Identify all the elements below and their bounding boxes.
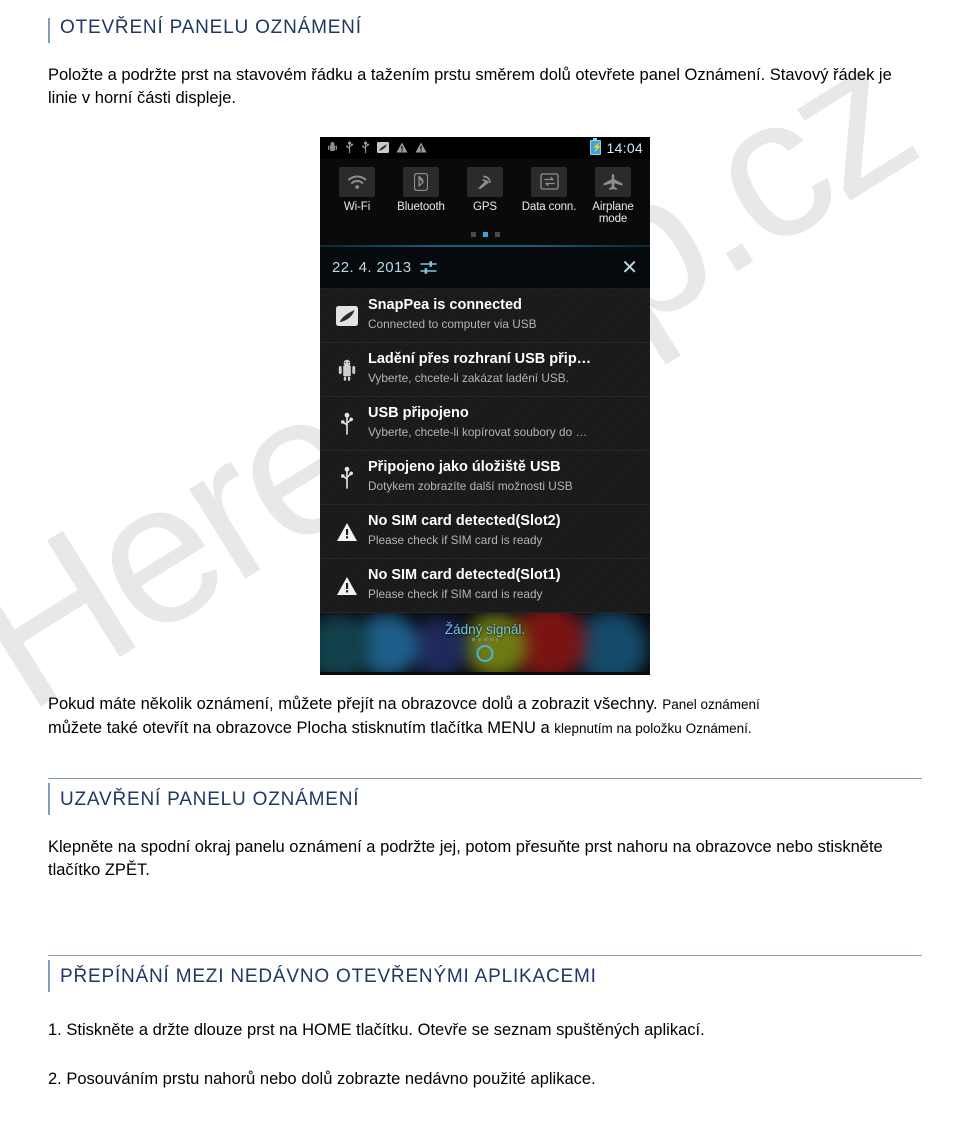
phone-notification-panel: ⚡ 14:04 Wi-Fi Bluetooth GPS Data conn. A…: [320, 136, 650, 676]
screenshot-figure: ⚡ 14:04 Wi-Fi Bluetooth GPS Data conn. A…: [48, 136, 922, 676]
warning-icon: [330, 515, 364, 549]
status-bar-icon-group: [327, 141, 590, 154]
notification-title: No SIM card detected(Slot1): [368, 567, 561, 584]
android-debug-icon: [327, 141, 338, 154]
toggle-label: Data conn.: [521, 200, 577, 213]
mid-paragraph-line2-big: můžete také otevřít na obrazovce Plocha …: [48, 718, 550, 737]
notification-subtitle: Connected to computer via USB: [368, 316, 537, 331]
notification-item[interactable]: No SIM card detected(Slot1) Please check…: [320, 559, 650, 614]
warning-icon: [396, 142, 408, 153]
sliders-icon[interactable]: [420, 260, 438, 275]
step-text-big: nahorů nebo dolů: [203, 1069, 333, 1088]
snappea-icon: [330, 299, 364, 333]
notification-item[interactable]: No SIM card detected(Slot2) Please check…: [320, 505, 650, 560]
intro-paragraph: Položte a podržte prst na stavovém řádku…: [48, 65, 892, 108]
section-title-close-panel: UZAVŘENÍ PANELU OZNÁMENÍ: [60, 789, 360, 811]
step-text-big: Stiskněte a držte dlouze prst na HOME tl…: [66, 1020, 414, 1039]
wifi-icon: [339, 166, 375, 197]
document-page: OTEVŘENÍ PANELU OZNÁMENÍ Položte a podrž…: [0, 0, 960, 1128]
notification-item[interactable]: SnapPea is connected Connected to comput…: [320, 289, 650, 344]
gps-icon: [467, 166, 503, 197]
notification-subtitle: Please check if SIM card is ready: [368, 586, 543, 601]
section-heading-close-panel: UZAVŘENÍ PANELU OZNÁMENÍ: [48, 778, 922, 816]
heading-left-bar: [48, 959, 50, 992]
usb-icon: [330, 407, 364, 441]
notification-date: 22. 4. 2013: [332, 259, 412, 277]
toggle-label: GPS: [473, 200, 497, 213]
heading-left-bar: [48, 18, 50, 43]
notification-title: No SIM card detected(Slot2): [368, 513, 561, 530]
step-number: 2.: [48, 1069, 62, 1088]
quick-toggle-panel: Wi-Fi Bluetooth GPS Data conn. Airplane …: [320, 158, 650, 246]
panel-bottom-edge: [320, 672, 650, 676]
notification-title: Připojeno jako úložiště USB: [368, 459, 561, 476]
notification-subtitle: Please check if SIM card is ready: [368, 532, 543, 547]
notification-title: USB připojeno: [368, 405, 469, 422]
page-dot-active[interactable]: [482, 232, 488, 238]
toggle-airplane-mode[interactable]: Airplane mode: [582, 166, 644, 227]
notification-title: SnapPea is connected: [368, 297, 522, 314]
notification-subtitle: Dotykem zobrazíte další možnosti USB: [368, 478, 573, 493]
warning-icon: [415, 142, 427, 153]
toggle-label: Wi-Fi: [343, 200, 371, 213]
notification-date-row: 22. 4. 2013 ✕: [320, 247, 650, 290]
panel-bottom-handle-area[interactable]: Žádný signál.: [320, 613, 650, 676]
bluetooth-icon: [403, 166, 439, 197]
battery-charging-icon: ⚡: [590, 138, 603, 156]
toggle-label: Airplane mode: [592, 200, 634, 226]
status-bar-clock: 14:04: [606, 139, 643, 156]
phone-status-bar: ⚡ 14:04: [320, 136, 650, 159]
step-number: 1.: [48, 1020, 62, 1039]
usb-icon: [361, 141, 370, 154]
toggle-data-connection[interactable]: Data conn.: [518, 166, 580, 214]
usb-icon: [345, 141, 354, 154]
warning-icon: [330, 569, 364, 603]
step-item-1: 1. Stiskněte a držte dlouze prst na HOME…: [48, 1019, 922, 1042]
notification-subtitle: Vyberte, chcete-li kopírovat soubory do …: [368, 424, 588, 439]
section-title-switch-apps: PŘEPÍNÁNÍ MEZI NEDÁVNO OTEVŘENÝMI APLIKA…: [60, 965, 597, 987]
step-text-small: zobrazte nedávno použité aplikace.: [336, 1069, 596, 1088]
notification-title: Ladění přes rozhraní USB přip…: [368, 351, 592, 368]
mid-paragraph-line2-small: klepnutím na položku Oznámení.: [554, 720, 752, 736]
usb-icon: [330, 461, 364, 495]
snappea-icon: [377, 142, 389, 154]
page-dot[interactable]: [494, 232, 500, 238]
section-heading-switch-apps: PŘEPÍNÁNÍ MEZI NEDÁVNO OTEVŘENÝMI APLIKA…: [48, 954, 922, 993]
step-text-small: Otevře se seznam spuštěných aplikací.: [417, 1020, 705, 1039]
quick-toggle-page-dots: [326, 226, 644, 241]
airplane-icon: [595, 166, 631, 197]
toggle-gps[interactable]: GPS: [454, 166, 516, 214]
notification-item[interactable]: USB připojeno Vyberte, chcete-li kopírov…: [320, 397, 650, 452]
panel-divider: [320, 245, 650, 248]
notification-item[interactable]: Připojeno jako úložiště USB Dotykem zobr…: [320, 451, 650, 506]
page-dot[interactable]: [470, 232, 476, 238]
mid-paragraph-line1-big: Pokud máte několik oznámení, můžete přej…: [48, 695, 658, 714]
drag-handle-icon[interactable]: [476, 645, 494, 663]
heading-left-bar: [48, 783, 50, 815]
section-heading-open-panel: OTEVŘENÍ PANELU OZNÁMENÍ: [48, 14, 922, 44]
page-title: OTEVŘENÍ PANELU OZNÁMENÍ: [60, 17, 362, 38]
close-icon[interactable]: ✕: [621, 258, 638, 278]
step-item-2: 2. Posouváním prstu nahorů nebo dolů zob…: [48, 1068, 922, 1091]
notification-item[interactable]: Ladění přes rozhraní USB přip… Vyberte, …: [320, 343, 650, 398]
notification-list: SnapPea is connected Connected to comput…: [320, 289, 650, 614]
notification-subtitle: Vyberte, chcete-li zakázat ladění USB.: [368, 370, 569, 385]
mid-paragraph-line1-small: Panel oznámení: [662, 697, 760, 713]
drag-grip-icon: [472, 638, 498, 642]
android-icon: [330, 353, 364, 387]
toggle-bluetooth[interactable]: Bluetooth: [390, 166, 452, 214]
close-panel-paragraph: Klepněte na spodní okraj panelu oznámení…: [48, 837, 883, 880]
data-connection-icon: [531, 166, 567, 197]
no-signal-label: Žádný signál.: [444, 622, 526, 638]
mid-paragraph: Pokud máte několik oznámení, můžete přej…: [48, 693, 922, 740]
toggle-wifi[interactable]: Wi-Fi: [326, 166, 388, 214]
step-text-lead: Posouváním prstu: [66, 1069, 200, 1088]
toggle-label: Bluetooth: [397, 200, 445, 213]
status-bar-right-group: ⚡ 14:04: [590, 138, 643, 156]
